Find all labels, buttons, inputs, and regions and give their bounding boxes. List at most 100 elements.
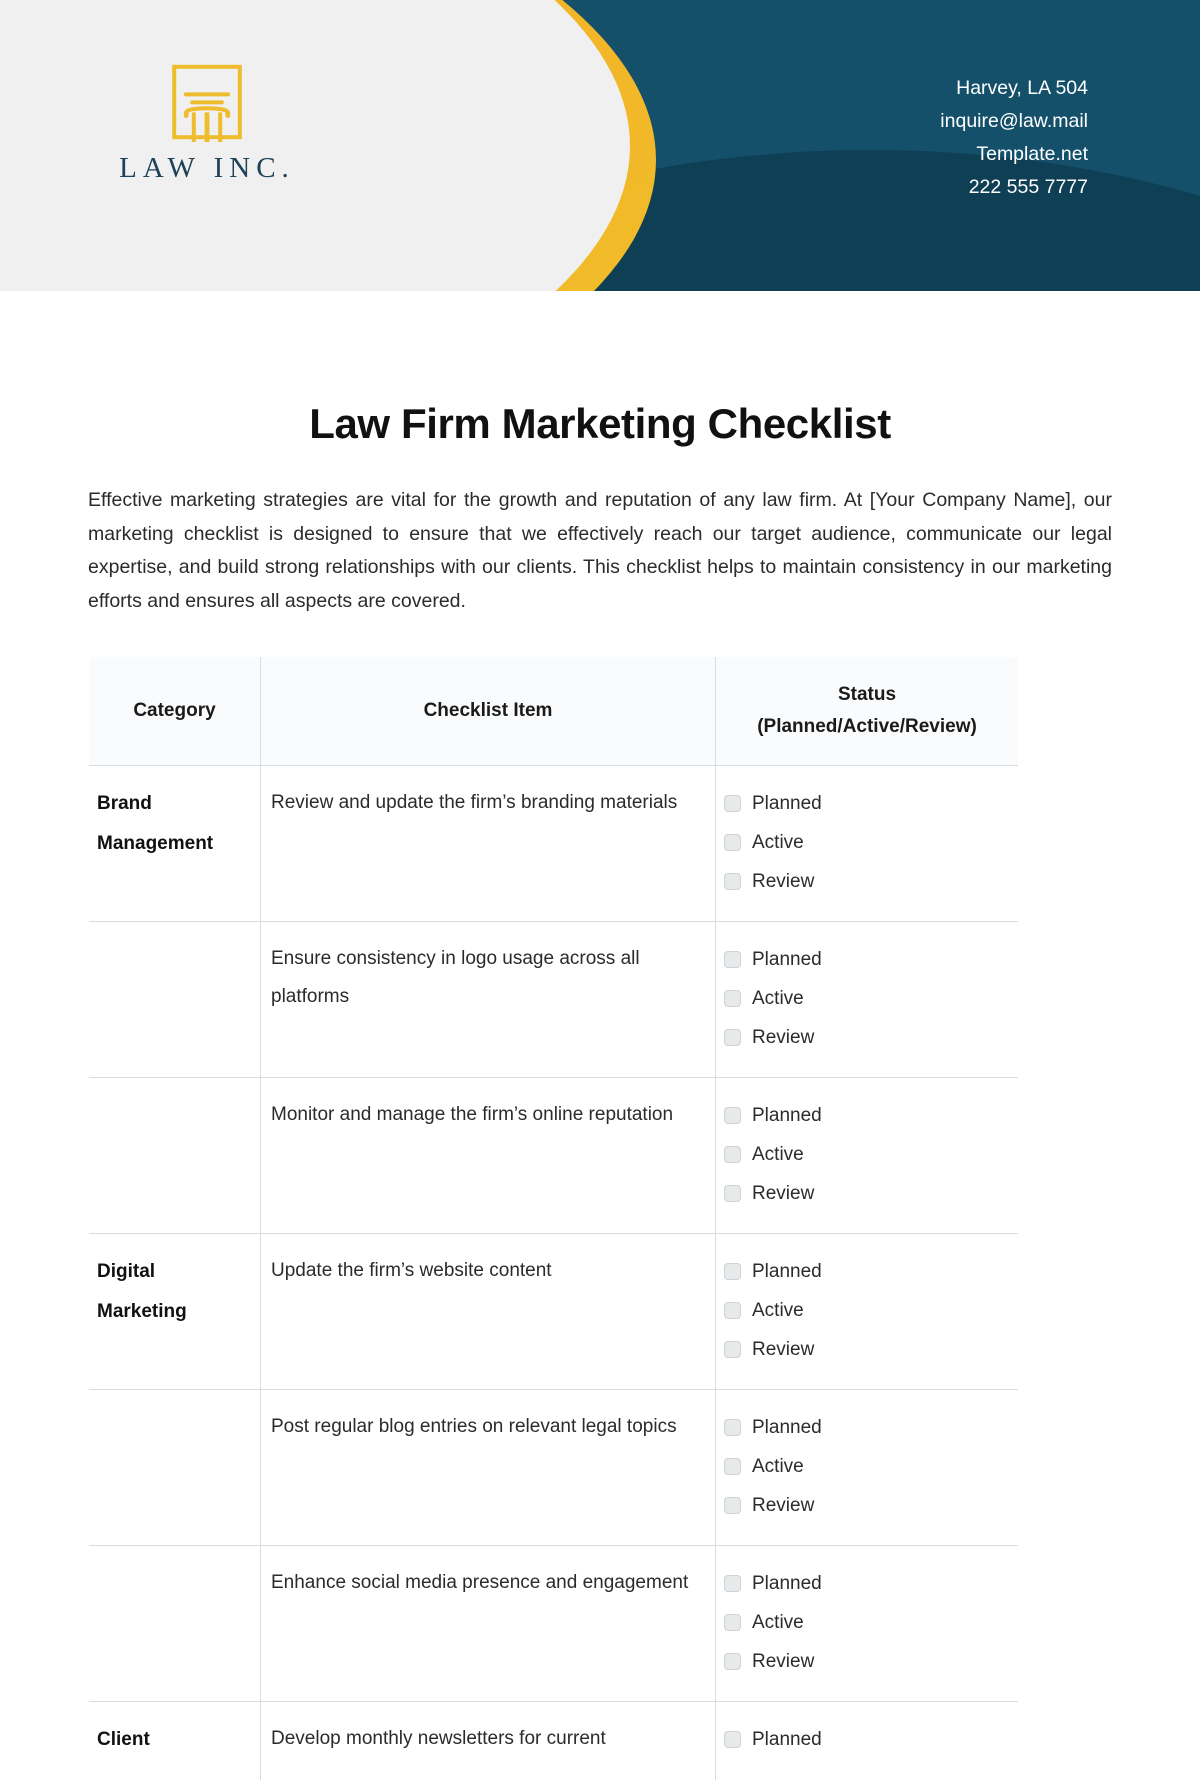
cell-status: Planned Active Review <box>715 1389 1018 1546</box>
status-option-label: Review <box>752 1651 815 1672</box>
contact-website: Template.net <box>976 143 1088 165</box>
checkbox-icon[interactable] <box>724 951 741 968</box>
cell-category: Client <box>89 1701 261 1780</box>
status-option[interactable]: Review <box>724 1642 1006 1681</box>
status-option-label: Active <box>752 1612 804 1633</box>
status-option-label: Planned <box>752 1573 822 1594</box>
checkbox-icon[interactable] <box>724 1185 741 1202</box>
table-body: Brand Management Review and update the fi… <box>89 765 1018 1780</box>
table-row: Digital Marketing Update the firm’s websi… <box>89 1233 1018 1390</box>
law-pillar-icon <box>172 64 242 142</box>
status-option[interactable]: Active <box>724 1447 1006 1486</box>
status-option-label: Planned <box>752 793 822 814</box>
contact-address: Harvey, LA 504 <box>956 77 1088 99</box>
checkbox-icon[interactable] <box>724 834 741 851</box>
contact-phone: 222 555 7777 <box>968 176 1088 198</box>
checkbox-icon[interactable] <box>724 1731 741 1748</box>
cell-checklist-item: Post regular blog entries on relevant le… <box>260 1389 716 1546</box>
table-head: Category Checklist Item Status (Planned/… <box>89 657 1018 766</box>
document-body: Law Firm Marketing Checklist Effective m… <box>0 400 1200 1781</box>
status-option[interactable]: Review <box>724 1174 1006 1213</box>
contact-email: inquire@law.mail <box>940 110 1088 132</box>
letterhead-header: LAW INC. Harvey, LA 504 inquire@law.mail… <box>0 0 1200 291</box>
status-option[interactable]: Planned <box>724 1564 1006 1603</box>
checkbox-icon[interactable] <box>724 1263 741 1280</box>
checkbox-icon[interactable] <box>724 1614 741 1631</box>
status-option-label: Active <box>752 1300 804 1321</box>
cell-checklist-item: Enhance social media presence and engage… <box>260 1545 716 1702</box>
status-option-label: Review <box>752 1183 815 1204</box>
status-option[interactable]: Review <box>724 862 1006 901</box>
status-option-label: Review <box>752 871 815 892</box>
status-option[interactable]: Planned <box>724 1096 1006 1135</box>
cell-checklist-item: Update the firm’s website content <box>260 1233 716 1390</box>
status-option[interactable]: Review <box>724 1330 1006 1369</box>
cell-status: Planned Active Review <box>715 1233 1018 1390</box>
status-option-label: Planned <box>752 1417 822 1438</box>
column-header-category: Category <box>89 657 261 766</box>
cell-category <box>89 921 261 1078</box>
contact-info: Harvey, LA 504 inquire@law.mail Template… <box>940 72 1088 204</box>
status-option[interactable]: Active <box>724 1291 1006 1330</box>
intro-paragraph: Effective marketing strategies are vital… <box>88 489 1112 612</box>
status-option[interactable]: Planned <box>724 784 1006 823</box>
status-option[interactable]: Review <box>724 1018 1006 1057</box>
brand-name: LAW INC. <box>119 152 295 184</box>
status-option[interactable]: Active <box>724 979 1006 1018</box>
status-option-label: Planned <box>752 1729 822 1750</box>
checkbox-icon[interactable] <box>724 1107 741 1124</box>
table-header-row: Category Checklist Item Status (Planned/… <box>89 657 1018 766</box>
brand-logo: LAW INC. <box>92 62 322 185</box>
cell-status: Planned Active Review <box>715 921 1018 1078</box>
checkbox-icon[interactable] <box>724 1029 741 1046</box>
table-row: Client Develop monthly newsletters for cu… <box>89 1701 1018 1780</box>
status-option[interactable]: Review <box>724 1486 1006 1525</box>
cell-checklist-item: Ensure consistency in logo usage across … <box>260 921 716 1078</box>
cell-category <box>89 1545 261 1702</box>
status-option[interactable]: Planned <box>724 1720 1006 1759</box>
table-row: Ensure consistency in logo usage across … <box>89 921 1018 1078</box>
status-option-label: Review <box>752 1027 815 1048</box>
table-row: Enhance social media presence and engage… <box>89 1545 1018 1702</box>
table-row: Post regular blog entries on relevant le… <box>89 1389 1018 1546</box>
checkbox-icon[interactable] <box>724 1341 741 1358</box>
status-option[interactable]: Active <box>724 1135 1006 1174</box>
status-option-label: Active <box>752 988 804 1009</box>
checkbox-icon[interactable] <box>724 1302 741 1319</box>
status-option-label: Planned <box>752 1261 822 1282</box>
checklist-table: Category Checklist Item Status (Planned/… <box>88 656 1019 1781</box>
cell-checklist-item: Monitor and manage the firm’s online rep… <box>260 1077 716 1234</box>
status-option[interactable]: Planned <box>724 1408 1006 1447</box>
checkbox-icon[interactable] <box>724 1653 741 1670</box>
column-header-checklist-item: Checklist Item <box>260 657 716 766</box>
page-title: Law Firm Marketing Checklist <box>309 400 891 447</box>
cell-status: Planned <box>715 1701 1018 1780</box>
status-option-label: Review <box>752 1495 815 1516</box>
checkbox-icon[interactable] <box>724 795 741 812</box>
checkbox-icon[interactable] <box>724 990 741 1007</box>
status-option-label: Review <box>752 1339 815 1360</box>
checkbox-icon[interactable] <box>724 1458 741 1475</box>
cell-category: Brand Management <box>89 765 261 922</box>
checkbox-icon[interactable] <box>724 873 741 890</box>
cell-category <box>89 1077 261 1234</box>
checkbox-icon[interactable] <box>724 1575 741 1592</box>
table-row: Monitor and manage the firm’s online rep… <box>89 1077 1018 1234</box>
cell-status: Planned Active Review <box>715 765 1018 922</box>
status-option[interactable]: Active <box>724 823 1006 862</box>
status-option[interactable]: Planned <box>724 1252 1006 1291</box>
cell-category <box>89 1389 261 1546</box>
cell-status: Planned Active Review <box>715 1077 1018 1234</box>
status-option[interactable]: Planned <box>724 940 1006 979</box>
cell-checklist-item: Review and update the firm’s branding ma… <box>260 765 716 922</box>
status-option[interactable]: Active <box>724 1603 1006 1642</box>
document-page: LAW INC. Harvey, LA 504 inquire@law.mail… <box>0 0 1200 1781</box>
checkbox-icon[interactable] <box>724 1146 741 1163</box>
table-row: Brand Management Review and update the fi… <box>89 765 1018 922</box>
checkbox-icon[interactable] <box>724 1419 741 1436</box>
column-header-status: Status (Planned/Active/Review) <box>715 657 1018 766</box>
status-option-label: Planned <box>752 949 822 970</box>
status-option-label: Active <box>752 832 804 853</box>
checkbox-icon[interactable] <box>724 1497 741 1514</box>
status-option-label: Active <box>752 1456 804 1477</box>
